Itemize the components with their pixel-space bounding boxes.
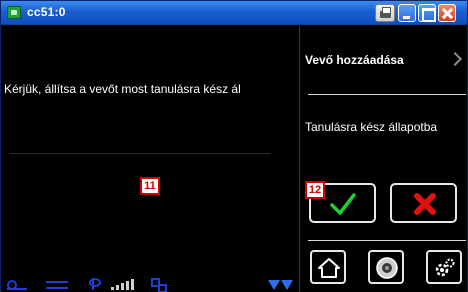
divider xyxy=(308,240,466,241)
home-icon xyxy=(318,258,340,278)
printer-icon[interactable] xyxy=(375,4,395,22)
home-button[interactable] xyxy=(310,250,346,284)
camera-icon xyxy=(376,257,398,279)
chevron-right-icon[interactable] xyxy=(447,51,463,67)
status-bar xyxy=(1,276,299,292)
window-title: cc51:0 xyxy=(27,5,66,19)
power-plug-icon xyxy=(7,278,27,290)
title-underline xyxy=(308,94,466,95)
minimize-button[interactable] xyxy=(398,4,416,22)
main-pane: Kérjük, állítsa a vevőt most tanulásra k… xyxy=(1,26,299,292)
app-icon xyxy=(7,6,21,19)
settings-button[interactable] xyxy=(426,250,462,284)
close-button[interactable] xyxy=(438,4,456,22)
link-icon xyxy=(46,278,68,290)
cancel-button[interactable] xyxy=(390,183,457,223)
marker-badge-12: 12 xyxy=(305,181,325,199)
settings-icon xyxy=(435,258,455,277)
camera-button[interactable] xyxy=(368,250,404,284)
scroll-down-arrows-icon[interactable] xyxy=(268,278,296,290)
side-panel: Vevő hozzáadása Tanulásra kész állapotba… xyxy=(299,26,467,292)
title-bar[interactable]: cc51:0 xyxy=(1,1,467,25)
cross-icon xyxy=(414,193,436,215)
divider xyxy=(9,153,271,154)
marker-badge-11: 11 xyxy=(140,177,160,195)
instruction-message: Kérjük, állítsa a vevőt most tanulásra k… xyxy=(4,82,241,96)
signal-strength-icon xyxy=(111,278,139,290)
status-text: Tanulásra kész állapotba xyxy=(305,120,438,134)
network-icon xyxy=(151,278,167,292)
antenna-icon xyxy=(89,278,101,290)
maximize-button[interactable] xyxy=(418,4,436,22)
checkmark-icon xyxy=(330,193,356,215)
app-window: cc51:0 Kérjük, állítsa a vevőt most tanu… xyxy=(0,0,468,292)
panel-title: Vevő hozzáadása xyxy=(305,53,404,67)
